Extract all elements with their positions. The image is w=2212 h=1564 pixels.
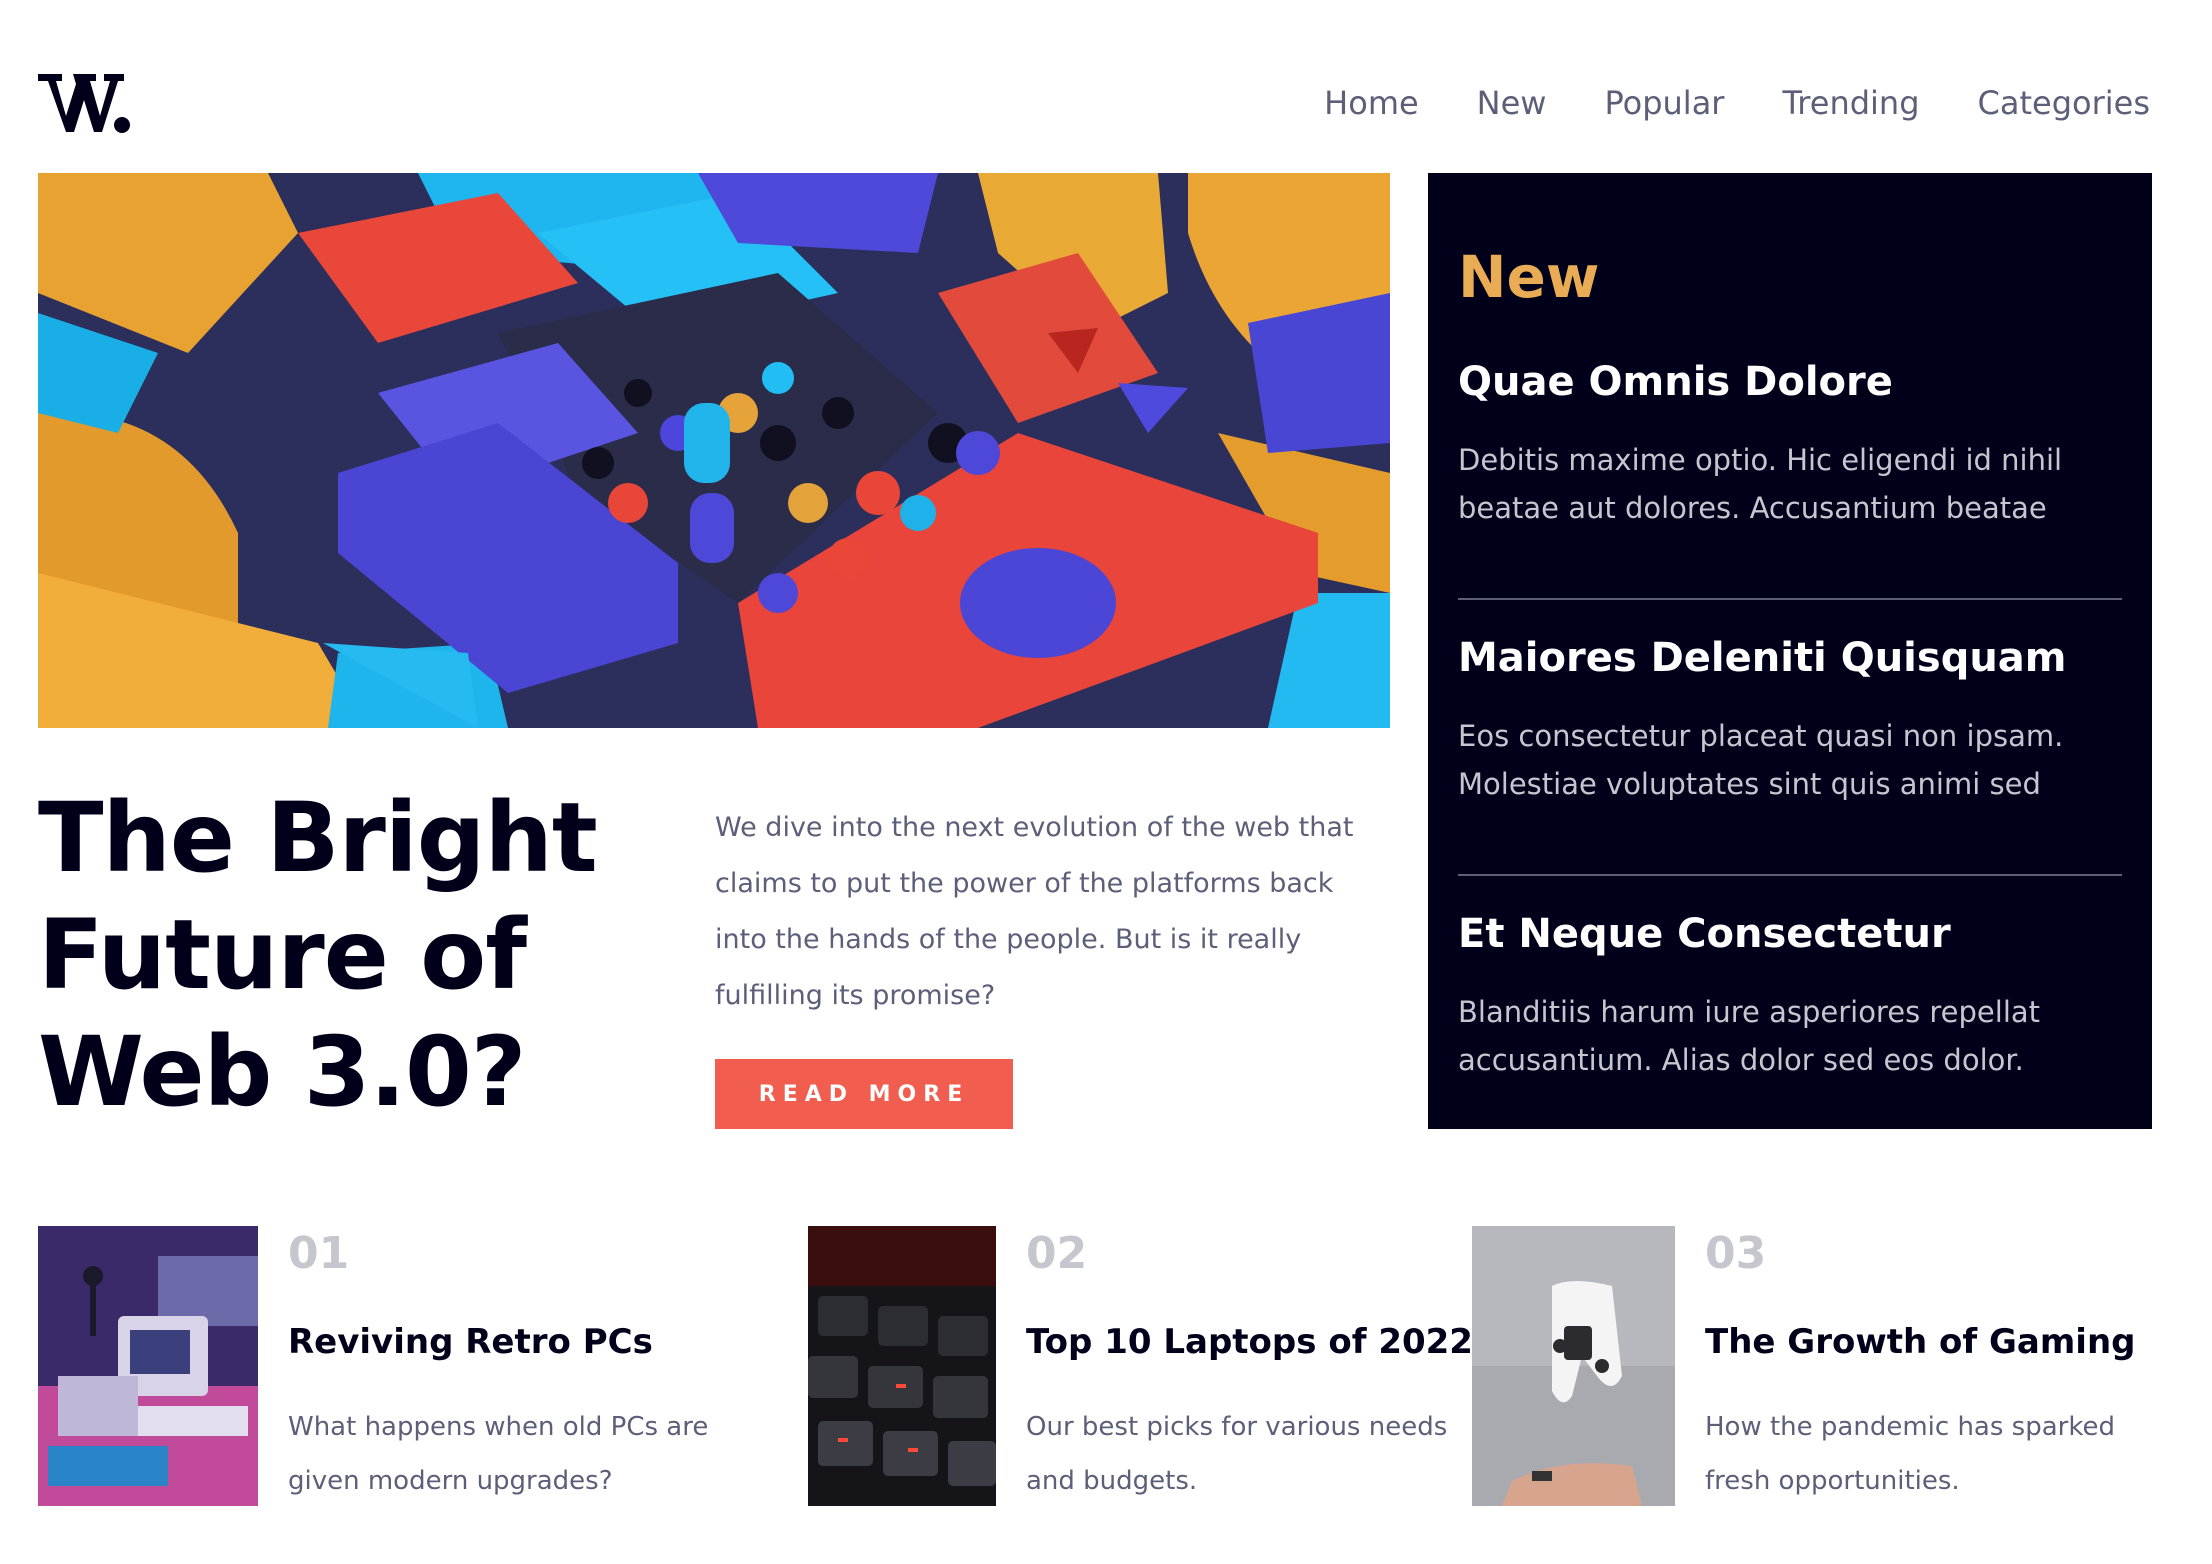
article-card[interactable]: 02 Top 10 Laptops of 2022 Our best picks… [808,1226,1473,1506]
article-title[interactable]: Reviving Retro PCs [288,1322,653,1362]
brand-logo[interactable] [38,72,130,134]
article-description: How the pandemic has sparked fresh oppor… [1705,1412,2115,1496]
new-item-text: Debitis maxime optio. Hic eligendi id ni… [1458,443,2063,525]
divider [1458,598,2122,600]
main-nav: Home New Popular Trending Categories [1324,84,2150,122]
hero-description: We dive into the next evolution of the w… [715,812,1354,1011]
article-description: Our best picks for various needs and bud… [1026,1412,1448,1496]
hero-image [38,173,1390,728]
new-item[interactable]: Et Neque Consectetur Blanditiis harum iu… [1458,908,2122,1084]
new-item-title[interactable]: Quae Omnis Dolore [1458,356,2122,408]
article-description: What happens when old PCs are given mode… [288,1412,709,1496]
new-item-text: Blanditiis harum iure asperiores repella… [1458,995,2041,1077]
hero-title: The Bright Future of Web 3.0? [38,782,598,1128]
article-card[interactable]: 03 The Growth of Gaming How the pandemic… [1472,1226,2152,1506]
article-title[interactable]: Top 10 Laptops of 2022 [1026,1322,1473,1362]
new-item-title[interactable]: Maiores Deleniti Quisquam [1458,632,2122,684]
article-title[interactable]: The Growth of Gaming [1705,1322,2136,1362]
article-card[interactable]: 01 Reviving Retro PCs What happens when … [38,1226,738,1506]
new-panel: New Quae Omnis Dolore Debitis maxime opt… [1428,173,2152,1129]
nav-categories[interactable]: Categories [1978,84,2150,122]
new-item-text: Eos consectetur placeat quasi non ipsam.… [1458,719,2064,801]
new-item-title[interactable]: Et Neque Consectetur [1458,908,2122,960]
new-item[interactable]: Maiores Deleniti Quisquam Eos consectetu… [1458,632,2122,808]
article-number: 01 [288,1228,350,1279]
nav-new[interactable]: New [1477,84,1547,122]
article-number: 03 [1705,1228,1767,1279]
read-more-button[interactable]: READ MORE [715,1059,1013,1129]
laptop-keyboard-image[interactable] [808,1226,996,1506]
game-controller-image[interactable] [1472,1226,1675,1506]
article-number: 02 [1026,1228,1088,1279]
new-item[interactable]: Quae Omnis Dolore Debitis maxime optio. … [1458,356,2122,532]
retro-pc-image[interactable] [38,1226,258,1506]
nav-trending[interactable]: Trending [1782,84,1919,122]
divider [1458,874,2122,876]
nav-popular[interactable]: Popular [1604,84,1724,122]
new-panel-heading: New [1458,243,1600,311]
nav-home[interactable]: Home [1324,84,1419,122]
